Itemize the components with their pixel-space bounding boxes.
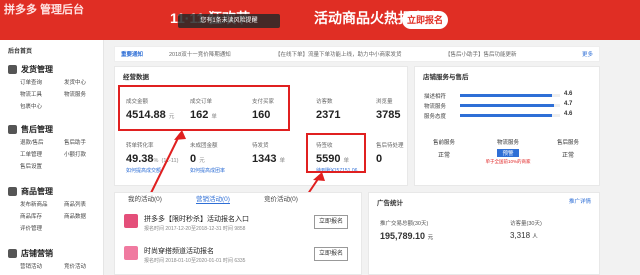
rating-bar (460, 94, 560, 97)
activity-date: 报名时间 2017-12-20至2018-12-31 时间 9858 (144, 226, 246, 232)
rating-value: 4.6 (564, 91, 573, 97)
rating-bar (460, 114, 560, 117)
signup-button[interactable]: 立即报名 (314, 215, 348, 229)
rating-row: 物流服务 (424, 104, 447, 110)
tab-bidding[interactable]: 竞价活动(0) (264, 193, 298, 203)
flash-sale-icon (124, 214, 138, 228)
presale-status[interactable]: 售前服务 正常 (424, 138, 464, 159)
rating-row: 描述相符 (424, 94, 447, 100)
aftersale-status[interactable]: 售后服务 正常 (548, 138, 588, 159)
signup-button[interactable]: 立即报名 (314, 247, 348, 261)
promo-title: 广告统计 (377, 200, 403, 207)
activity-row: 拼多多【限时秒杀】活动报名入口 报名时间 2017-12-20至2018-12-… (124, 212, 354, 240)
rating-bar (460, 104, 560, 107)
activity-row: 时尚穿搭频道活动报名 报名时间 2018-01-10至2020-01-01 时间… (124, 244, 354, 272)
rating-row: 服务态度 (424, 114, 447, 120)
fashion-icon (124, 246, 138, 260)
logistics-status[interactable]: 物流服务 预警 单于全国前10%的商家 (478, 138, 538, 165)
activity-date: 报名时间 2018-01-10至2020-01-01 时间 6335 (144, 258, 246, 264)
activity-title[interactable]: 拼多多【限时秒杀】活动报名入口 (144, 214, 249, 224)
promo-gmv[interactable]: 推广交易总额(30天) 195,789.10 元 (380, 219, 433, 241)
promo-visits[interactable]: 访客量(30天) 3,318 人 (510, 219, 542, 240)
rating-value: 4.6 (564, 111, 573, 117)
shop-title: 店铺服务与售后 (423, 74, 469, 81)
activity-title[interactable]: 时尚穿搭频道活动报名 (144, 246, 214, 256)
tab-my-activities[interactable]: 我的活动(0) (128, 193, 162, 203)
tab-marketing[interactable]: 营销活动(0) (196, 193, 230, 204)
rating-value: 4.7 (564, 101, 573, 107)
shop-panel: 店铺服务与售后 (414, 66, 600, 186)
promo-details-link[interactable]: 推广详情 (569, 197, 591, 205)
activity-tabs: 我的活动(0) 营销活动(0) 竞价活动(0) (114, 193, 360, 207)
